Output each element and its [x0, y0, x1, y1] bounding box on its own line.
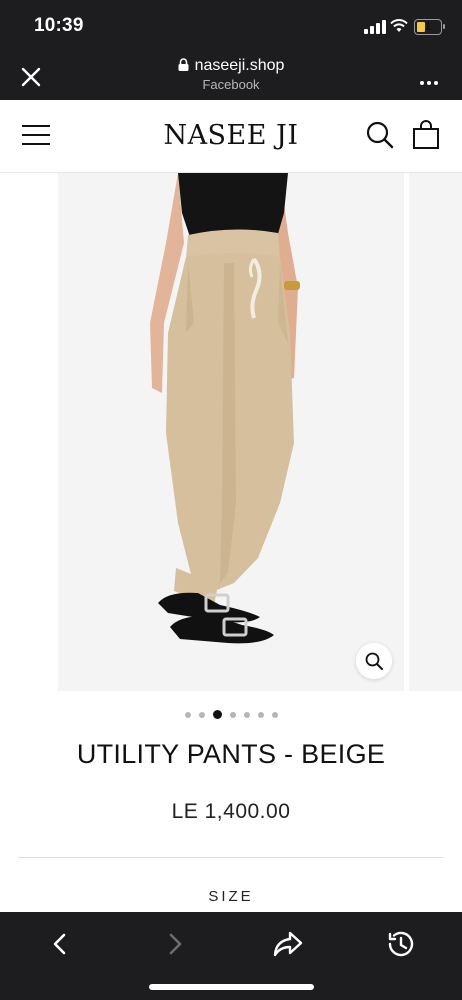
next-product-image[interactable]: [409, 173, 462, 691]
signal-icon: [364, 20, 386, 34]
share-icon[interactable]: [268, 924, 308, 964]
history-icon[interactable]: [381, 924, 421, 964]
forward-icon[interactable]: [155, 924, 195, 964]
pagination-dot[interactable]: [198, 711, 205, 718]
url-domain: naseeji.shop: [194, 57, 285, 74]
pagination-dot[interactable]: [271, 711, 278, 718]
more-icon[interactable]: [420, 72, 441, 90]
pagination-dot-active[interactable]: [212, 710, 222, 720]
pagination-dot[interactable]: [257, 711, 264, 718]
pagination-dot[interactable]: [184, 711, 191, 718]
product-title: UTILITY PANTS - BEIGE: [76, 739, 386, 769]
address-bar[interactable]: naseeji.shop Facebook: [0, 57, 462, 92]
site-header: NASEE JI: [0, 100, 462, 173]
status-time: 10:39: [34, 15, 84, 36]
model-illustration: [150, 173, 300, 644]
zoom-icon[interactable]: [356, 643, 392, 679]
lock-icon: [178, 58, 189, 71]
product-gallery[interactable]: [0, 173, 462, 691]
product-price: LE 1,400.00: [171, 800, 291, 823]
battery-level: 1: [424, 19, 432, 33]
size-label: SIZE: [208, 888, 254, 905]
divider: [18, 857, 443, 858]
home-indicator: [149, 984, 314, 990]
product-image[interactable]: [58, 173, 404, 691]
in-app-browser-header: naseeji.shop Facebook: [0, 52, 462, 100]
shopping-bag-icon[interactable]: [412, 120, 440, 150]
pagination-dot[interactable]: [229, 711, 236, 718]
wifi-icon: [390, 19, 408, 32]
status-bar: 10:39 1: [0, 0, 462, 52]
gallery-pagination[interactable]: [0, 706, 462, 720]
back-icon[interactable]: [40, 924, 80, 964]
pagination-dot[interactable]: [243, 711, 250, 718]
search-icon[interactable]: [366, 121, 394, 149]
battery-icon: 1: [414, 19, 442, 35]
url-source: Facebook: [202, 77, 260, 92]
